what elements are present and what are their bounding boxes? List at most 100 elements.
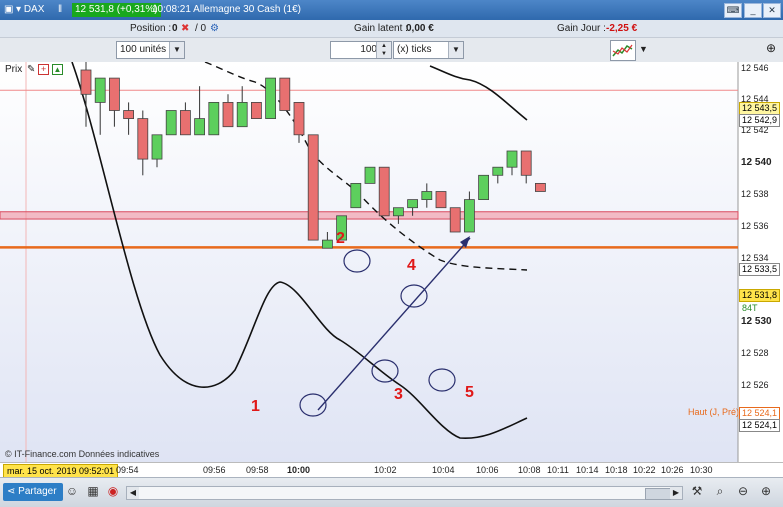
panel-toggle-icon[interactable]: ⊕ xyxy=(763,41,779,57)
candle-body-down xyxy=(378,166,390,217)
window-title: 10:08:21 Allemagne 30 Cash (1€) xyxy=(152,4,301,15)
position-value: 0 xyxy=(172,23,178,34)
candle-body-down xyxy=(293,102,305,136)
time-axis-label: 10:02 xyxy=(374,465,397,475)
gain-jour-label: Gain Jour : xyxy=(557,23,606,34)
ticks-unit-value: (x) ticks xyxy=(397,44,432,55)
scroll-right-icon[interactable]: ▶ xyxy=(670,487,682,499)
bottom-toolbar: ⋖ Partager ☺ ▦ ◉ ◀ ▶ ⚒ ⌕ ⊖ ⊕ xyxy=(0,477,783,507)
candle-body-up xyxy=(165,110,177,136)
tick-countdown-tag: 84T xyxy=(739,302,761,315)
stepper-arrows-icon[interactable]: ▲ ▼ xyxy=(376,42,391,58)
candle-body-up xyxy=(350,182,362,209)
scroll-left-icon[interactable]: ◀ xyxy=(127,487,139,499)
haut-line-label: Haut (J, Pré) xyxy=(688,407,739,417)
calculator-icon[interactable]: ▦ xyxy=(85,483,101,499)
time-axis-label: 09:54 xyxy=(116,465,139,475)
annotation-label-2: 2 xyxy=(336,230,345,247)
candle-body-up xyxy=(407,199,419,209)
share-icon: ⋖ xyxy=(7,486,19,497)
candle-body-up xyxy=(421,191,433,200)
position-label: Position : xyxy=(130,23,172,34)
zoom-fit-icon[interactable]: ⌕ xyxy=(712,483,728,499)
candle-body-up xyxy=(151,134,163,160)
record-icon[interactable]: ◉ xyxy=(105,483,121,499)
annotation-label-4: 4 xyxy=(407,257,416,274)
minimize-button[interactable]: _ xyxy=(744,3,762,18)
price-axis-label: 12 540 xyxy=(741,157,772,168)
chart-settings-icon[interactable]: ⚒ xyxy=(689,483,705,499)
people-icon[interactable]: ☺ xyxy=(64,483,80,499)
window-icon: ▣ xyxy=(4,4,14,15)
candle xyxy=(279,77,291,111)
candle-body-up xyxy=(208,102,220,136)
time-axis-label: 10:11 xyxy=(547,465,569,475)
candle-body-up xyxy=(364,166,376,184)
time-axis: mar. 15 oct. 2019 09:52:01 09:54 09:56 09:… xyxy=(0,462,783,478)
annotation-label-1: 1 xyxy=(251,398,260,415)
title-bar: ▣ ▾ DAX ‖ 12 531,8 (+0,31%) 10:08:21 All… xyxy=(0,0,783,20)
support-zone xyxy=(0,211,739,220)
chevron-down-icon[interactable]: ▼ xyxy=(448,42,463,58)
time-axis-label: 10:18 xyxy=(605,465,628,475)
cursor-date-badge: mar. 15 oct. 2019 09:52:01 xyxy=(3,464,119,478)
candle-body-down xyxy=(279,77,291,111)
candle xyxy=(378,166,390,217)
candle-body-up xyxy=(236,102,248,128)
indicator-dropdown-icon[interactable]: ▼ xyxy=(639,44,648,54)
candle-body-down xyxy=(109,77,120,111)
candle-body-down xyxy=(435,191,447,209)
zoom-out-icon[interactable]: ⊖ xyxy=(735,483,751,499)
close-button[interactable]: ✕ xyxy=(763,3,781,18)
close-position-icon[interactable]: ✖ xyxy=(181,23,189,34)
candle-body-up xyxy=(506,150,518,168)
candle-body-up xyxy=(478,174,490,201)
price-axis-label: 12 546 xyxy=(741,63,769,73)
candle-body-up xyxy=(194,118,206,136)
candle-body-up xyxy=(492,166,504,176)
time-axis-label: 09:56 xyxy=(203,465,226,475)
ticks-unit-select[interactable]: (x) ticks ▼ xyxy=(393,41,464,59)
instrument-name: DAX xyxy=(23,4,45,15)
controls-bar: 100 unités ▼ 100 ▲ ▼ (x) ticks ▼ ▼ ⊕ xyxy=(0,38,783,63)
price-tag-moving-average: 12 533,5 xyxy=(739,263,781,276)
ticks-stepper[interactable]: 100 ▲ ▼ xyxy=(330,41,392,59)
prix-toolbar: Prix ✎ + ▲ xyxy=(5,64,63,75)
candle xyxy=(208,102,220,136)
chart-background xyxy=(0,62,738,462)
current-price-tag: 12 531,8 xyxy=(739,289,781,302)
chevron-down-icon[interactable]: ▼ xyxy=(169,42,184,58)
units-select[interactable]: 100 unités ▼ xyxy=(116,41,185,59)
data-credit: © IT-Finance.com Données indicatives xyxy=(5,449,160,459)
add-indicator-icon[interactable]: + xyxy=(38,64,50,75)
candle-body-up xyxy=(463,199,475,233)
settings-gears-icon[interactable]: ⚙ xyxy=(210,23,219,34)
info-bar: Position : 0 ✖ / 0 ⚙ Gain latent : 0,00 … xyxy=(0,20,783,38)
candle xyxy=(265,77,277,119)
price-axis-label: 12 526 xyxy=(741,380,769,390)
candle xyxy=(478,174,490,201)
price-chart[interactable]: 1 2 3 4 5 Haut (J, Pré) xyxy=(0,62,783,462)
instrument-dropdown[interactable]: ▾ DAX xyxy=(16,4,44,15)
scroll-thumb[interactable] xyxy=(645,488,671,500)
gain-latent-label: Gain latent : xyxy=(354,23,408,34)
time-axis-label: 10:04 xyxy=(432,465,455,475)
horizontal-scrollbar[interactable]: ◀ ▶ xyxy=(126,486,683,500)
tools-icon[interactable]: ✎ xyxy=(27,64,35,75)
candle-body-down xyxy=(80,69,92,95)
gain-jour-value: -2,25 € xyxy=(606,23,638,34)
indicator-chart-icon[interactable] xyxy=(610,40,636,61)
share-button[interactable]: ⋖ Partager xyxy=(3,483,63,501)
zoom-in-icon[interactable]: ⊕ xyxy=(758,483,774,499)
keyboard-icon[interactable]: ⌨ xyxy=(724,3,742,18)
candle-body-up xyxy=(392,207,404,217)
candle xyxy=(435,191,447,209)
candle-body-up xyxy=(94,77,106,103)
price-axis-label: 12 538 xyxy=(741,189,769,199)
move-up-icon[interactable]: ▲ xyxy=(51,64,63,75)
candle xyxy=(364,166,376,184)
time-axis-label: 10:06 xyxy=(476,465,499,475)
time-axis-label: 10:26 xyxy=(661,465,684,475)
candle xyxy=(307,134,319,241)
candle xyxy=(449,207,461,233)
